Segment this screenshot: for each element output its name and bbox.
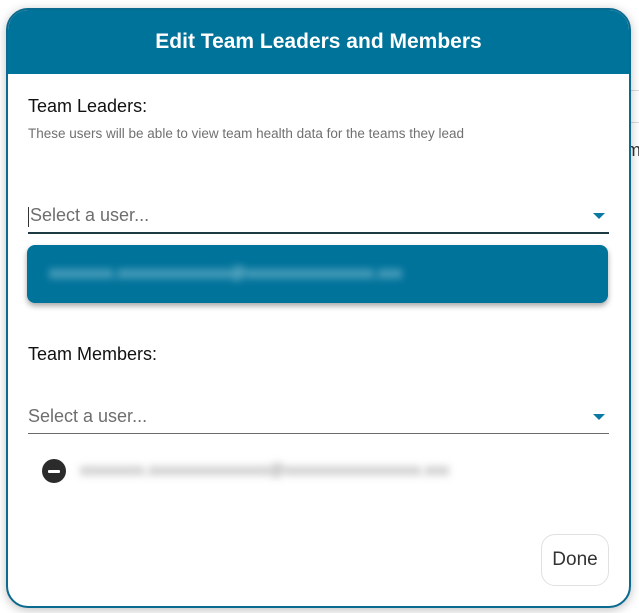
member-email: xxxxxxxx.xxxxxxxxxxxxxxx@xxxxxxxxxxxxxxx… [80, 462, 450, 479]
team-leaders-select-value[interactable]: Select a user... [28, 205, 149, 227]
chevron-down-icon[interactable] [593, 413, 605, 420]
selected-leader-option[interactable]: xxxxxxxx.xxxxxxxxxxxxxx@xxxxxxxxxxxxxxxx… [27, 245, 608, 303]
team-leaders-heading: Team Leaders: [28, 96, 148, 116]
team-leaders-description: These users will be able to view team he… [28, 126, 464, 141]
edit-team-dialog: Edit Team Leaders and Members Team Leade… [6, 8, 631, 608]
team-leaders-placeholder: Select a user... [30, 205, 150, 226]
remove-member-icon[interactable] [42, 459, 66, 483]
text-cursor [28, 206, 29, 227]
dialog-header: Edit Team Leaders and Members [8, 10, 629, 74]
list-item: xxxxxxxx.xxxxxxxxxxxxxxx@xxxxxxxxxxxxxxx… [42, 458, 449, 484]
team-members-heading: Team Members: [28, 344, 158, 364]
team-leaders-select[interactable]: Select a user... [28, 200, 609, 234]
selected-leader-email: xxxxxxxx.xxxxxxxxxxxxxx@xxxxxxxxxxxxxxxx… [49, 265, 403, 282]
dialog-title: Edit Team Leaders and Members [155, 30, 482, 53]
done-button[interactable]: Done [541, 534, 609, 586]
team-members-placeholder[interactable]: Select a user... [28, 406, 147, 427]
chevron-down-icon[interactable] [593, 213, 605, 219]
team-members-select[interactable]: Select a user... [28, 400, 609, 434]
